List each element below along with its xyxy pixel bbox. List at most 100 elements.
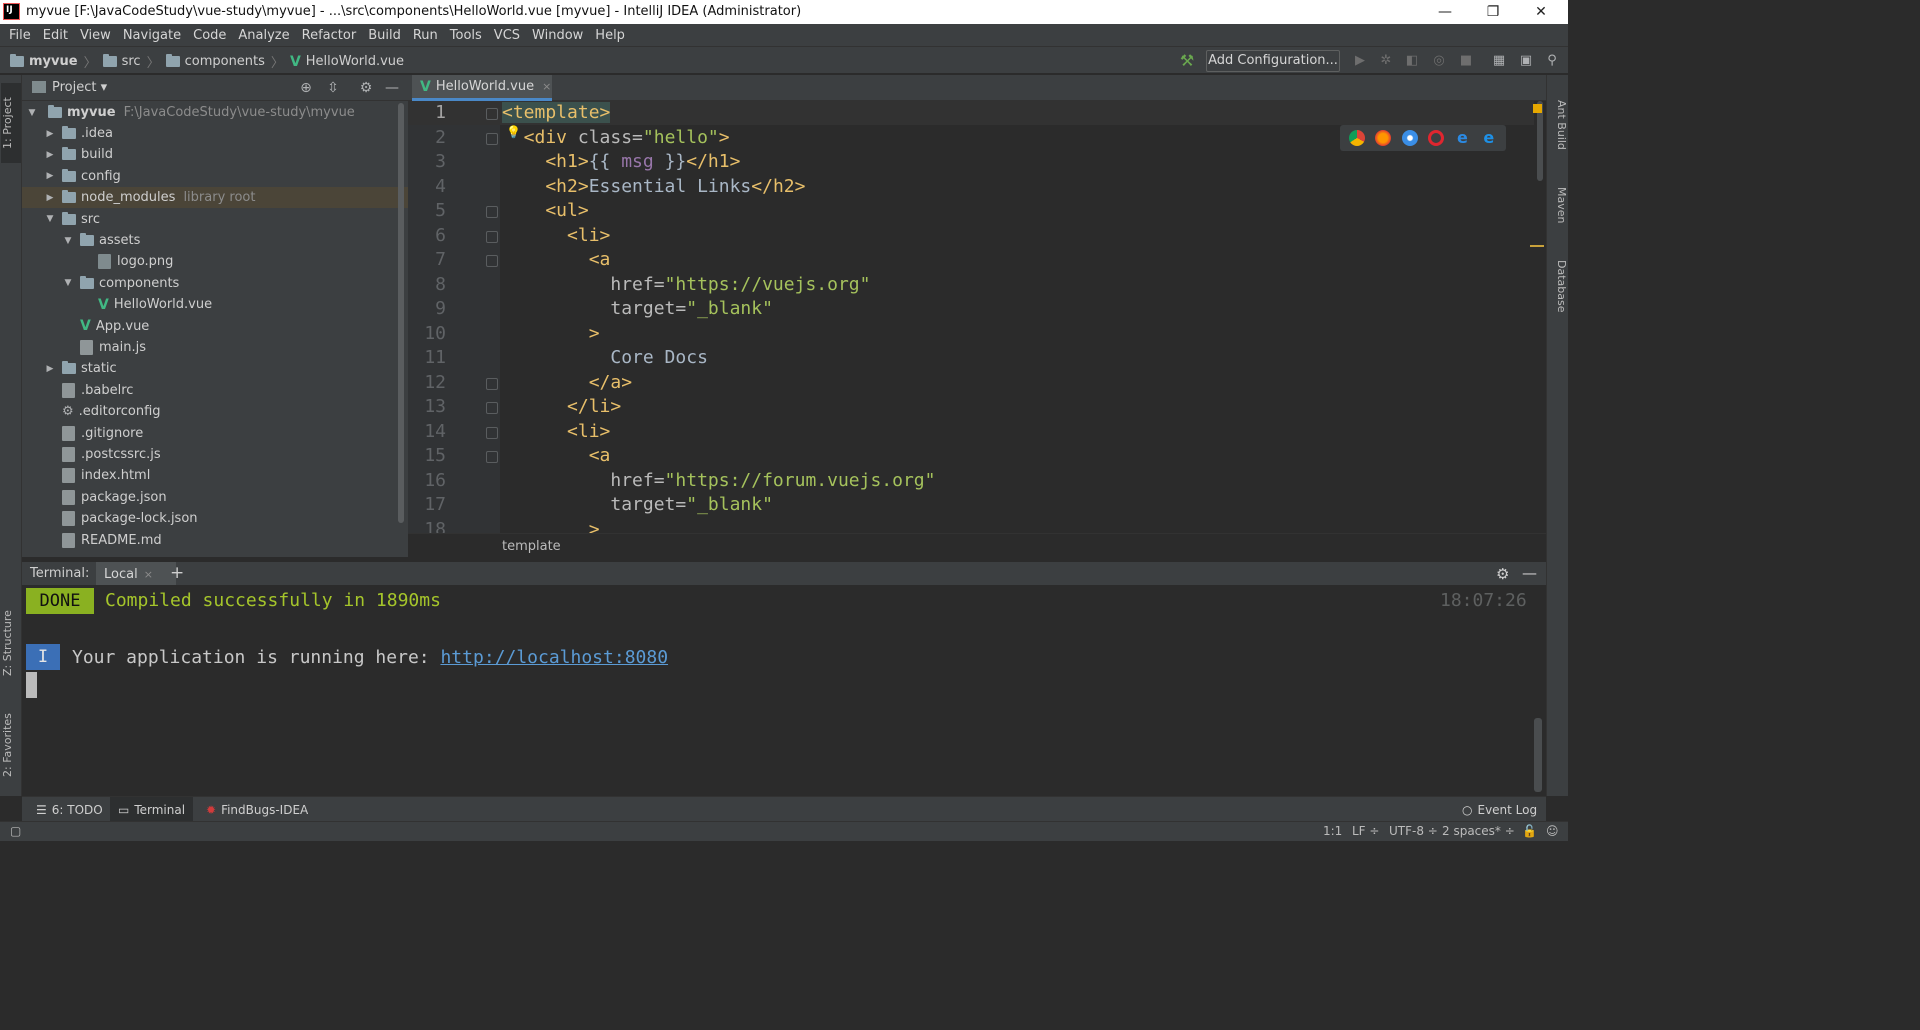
close-terminal-tab-icon[interactable]: × xyxy=(144,568,153,581)
expand-arrow-icon[interactable]: ▼ xyxy=(44,214,56,224)
expand-arrow-icon[interactable]: ▶ xyxy=(44,193,56,203)
collapse-all-icon[interactable]: ⇳ xyxy=(324,79,342,97)
fold-marker-icon[interactable] xyxy=(486,255,498,267)
tree-item-components[interactable]: ▼ components xyxy=(22,273,408,294)
expand-arrow-icon[interactable]: ▶ xyxy=(44,150,56,160)
terminal-gear-icon[interactable]: ⚙ xyxy=(1496,565,1509,583)
tree-item-src[interactable]: ▼ src xyxy=(22,209,408,230)
structure-tool-tab[interactable]: Z: Structure xyxy=(1,603,21,683)
opera-icon[interactable] xyxy=(1428,130,1445,146)
crumb-components[interactable]: components xyxy=(185,54,265,69)
build-hammer-icon[interactable]: ⚒ xyxy=(1178,52,1196,70)
database-tool-tab[interactable]: Database xyxy=(1548,251,1568,321)
expand-arrow-icon[interactable]: ▶ xyxy=(44,364,56,374)
fold-marker-icon[interactable] xyxy=(486,426,498,439)
caret-position[interactable]: 1:1 xyxy=(1323,824,1342,838)
search-icon[interactable]: ⚲ xyxy=(1543,52,1561,70)
menu-view[interactable]: View xyxy=(74,28,117,43)
fold-marker-icon[interactable] xyxy=(486,206,498,218)
tree-item-readme-md[interactable]: README.md xyxy=(22,530,408,551)
menu-tools[interactable]: Tools xyxy=(444,28,488,43)
safari-icon[interactable] xyxy=(1401,130,1418,146)
maven-tool-tab[interactable]: Maven xyxy=(1548,175,1568,235)
hide-panel-icon[interactable]: — xyxy=(383,79,401,97)
terminal-tool-tab[interactable]: ▭ Terminal xyxy=(110,797,194,822)
minimize-button[interactable]: — xyxy=(1422,0,1468,24)
project-tool-tab[interactable]: 1: Project xyxy=(1,83,21,163)
tree-item-gitignore[interactable]: .gitignore xyxy=(22,423,408,444)
expand-arrow-icon[interactable]: ▼ xyxy=(62,278,74,288)
tree-item-static[interactable]: ▶ static xyxy=(22,358,408,379)
menu-refactor[interactable]: Refactor xyxy=(296,28,363,43)
menu-navigate[interactable]: Navigate xyxy=(117,28,187,43)
layout-icon[interactable]: ▣ xyxy=(1517,52,1535,70)
menu-help[interactable]: Help xyxy=(589,28,631,43)
tool-windows-toggle-icon[interactable]: ▢ xyxy=(10,824,21,838)
tree-item-idea[interactable]: ▶ .idea xyxy=(22,123,408,144)
editor-scrollbar[interactable] xyxy=(1534,101,1546,533)
fold-marker-icon[interactable] xyxy=(486,230,498,243)
fold-marker-icon[interactable] xyxy=(486,451,498,463)
close-tab-icon[interactable]: × xyxy=(542,80,551,93)
crumb-myvue[interactable]: myvue xyxy=(29,54,78,69)
tree-item-node-modules[interactable]: ▶ node_modules library root xyxy=(22,187,408,209)
ie-icon[interactable]: e xyxy=(1454,130,1470,146)
tree-item-helloworld-vue[interactable]: V HelloWorld.vue xyxy=(22,294,408,315)
expand-arrow-icon[interactable]: ▼ xyxy=(62,236,74,246)
intention-bulb-icon[interactable]: 💡 xyxy=(506,125,521,139)
edge-icon[interactable]: e xyxy=(1481,130,1497,146)
inspection-status-icon[interactable] xyxy=(1533,104,1542,113)
firefox-icon[interactable] xyxy=(1375,130,1392,146)
terminal-output[interactable] xyxy=(22,585,1546,796)
ant-build-tool-tab[interactable]: Ant Build xyxy=(1548,85,1568,165)
expand-arrow-icon[interactable]: ▶ xyxy=(44,171,56,181)
fold-marker-icon[interactable] xyxy=(486,377,498,390)
terminal-hide-icon[interactable]: — xyxy=(1522,564,1537,582)
todo-tab[interactable]: ☰ 6: TODO xyxy=(28,797,111,822)
chrome-icon[interactable] xyxy=(1349,130,1366,146)
menu-vcs[interactable]: VCS xyxy=(488,28,526,43)
tree-item-assets[interactable]: ▼ assets xyxy=(22,230,408,251)
tree-item-main-js[interactable]: main.js xyxy=(22,337,408,358)
tree-item-build[interactable]: ▶ build xyxy=(22,144,408,165)
fold-marker-icon[interactable] xyxy=(486,402,498,414)
expand-arrow-icon[interactable]: ▼ xyxy=(26,108,38,118)
event-log-tab[interactable]: ○ Event Log xyxy=(1454,797,1545,822)
project-scrollbar[interactable] xyxy=(398,103,404,523)
line-separator[interactable]: LF ÷ xyxy=(1352,824,1379,838)
tree-item-config[interactable]: ▶ config xyxy=(22,166,408,187)
fold-marker-icon[interactable] xyxy=(486,132,498,145)
file-encoding[interactable]: UTF-8 ÷ xyxy=(1389,824,1438,838)
lock-icon[interactable]: 🔓 xyxy=(1522,824,1537,838)
indent-setting[interactable]: 2 spaces* ÷ xyxy=(1442,824,1515,838)
expand-arrow-icon[interactable]: ▶ xyxy=(44,129,56,139)
inspector-icon[interactable]: ☺ xyxy=(1546,824,1559,838)
project-structure-icon[interactable]: ▦ xyxy=(1490,52,1508,70)
locate-file-icon[interactable]: ⊕ xyxy=(297,79,315,97)
menu-code[interactable]: Code xyxy=(187,28,232,43)
crumb-src[interactable]: src xyxy=(122,54,141,69)
stop-icon[interactable]: ■ xyxy=(1457,52,1475,70)
tree-item-postcssrc-js[interactable]: .postcssrc.js xyxy=(22,444,408,465)
terminal-scrollbar[interactable] xyxy=(1534,718,1542,792)
findbugs-tab[interactable]: ✹ FindBugs-IDEA xyxy=(198,797,316,822)
menu-edit[interactable]: Edit xyxy=(37,28,74,43)
debug-icon[interactable]: ✲ xyxy=(1377,52,1395,70)
gear-icon[interactable]: ⚙ xyxy=(357,79,375,97)
menu-run[interactable]: Run xyxy=(407,28,444,43)
favorites-tool-tab[interactable]: 2: Favorites xyxy=(1,705,21,785)
coverage-icon[interactable]: ◧ xyxy=(1403,52,1421,70)
maximize-button[interactable]: ❐ xyxy=(1470,0,1516,24)
editor-scroll-thumb[interactable] xyxy=(1537,101,1543,181)
close-button[interactable]: ✕ xyxy=(1518,0,1564,24)
fold-marker-icon[interactable] xyxy=(486,108,498,120)
tree-item-babelrc[interactable]: .babelrc xyxy=(22,380,408,401)
new-terminal-button[interactable]: + xyxy=(170,563,184,583)
tree-item-editorconfig[interactable]: ⚙ .editorconfig xyxy=(22,401,408,422)
tree-root[interactable]: ▼ myvue F:\JavaCodeStudy\vue-study\myvue xyxy=(22,102,408,123)
tree-item-index-html[interactable]: index.html xyxy=(22,465,408,486)
menu-build[interactable]: Build xyxy=(362,28,407,43)
menu-file[interactable]: File xyxy=(3,28,37,43)
add-configuration-button[interactable]: Add Configuration... xyxy=(1206,50,1340,72)
profile-icon[interactable]: ◎ xyxy=(1430,52,1448,70)
